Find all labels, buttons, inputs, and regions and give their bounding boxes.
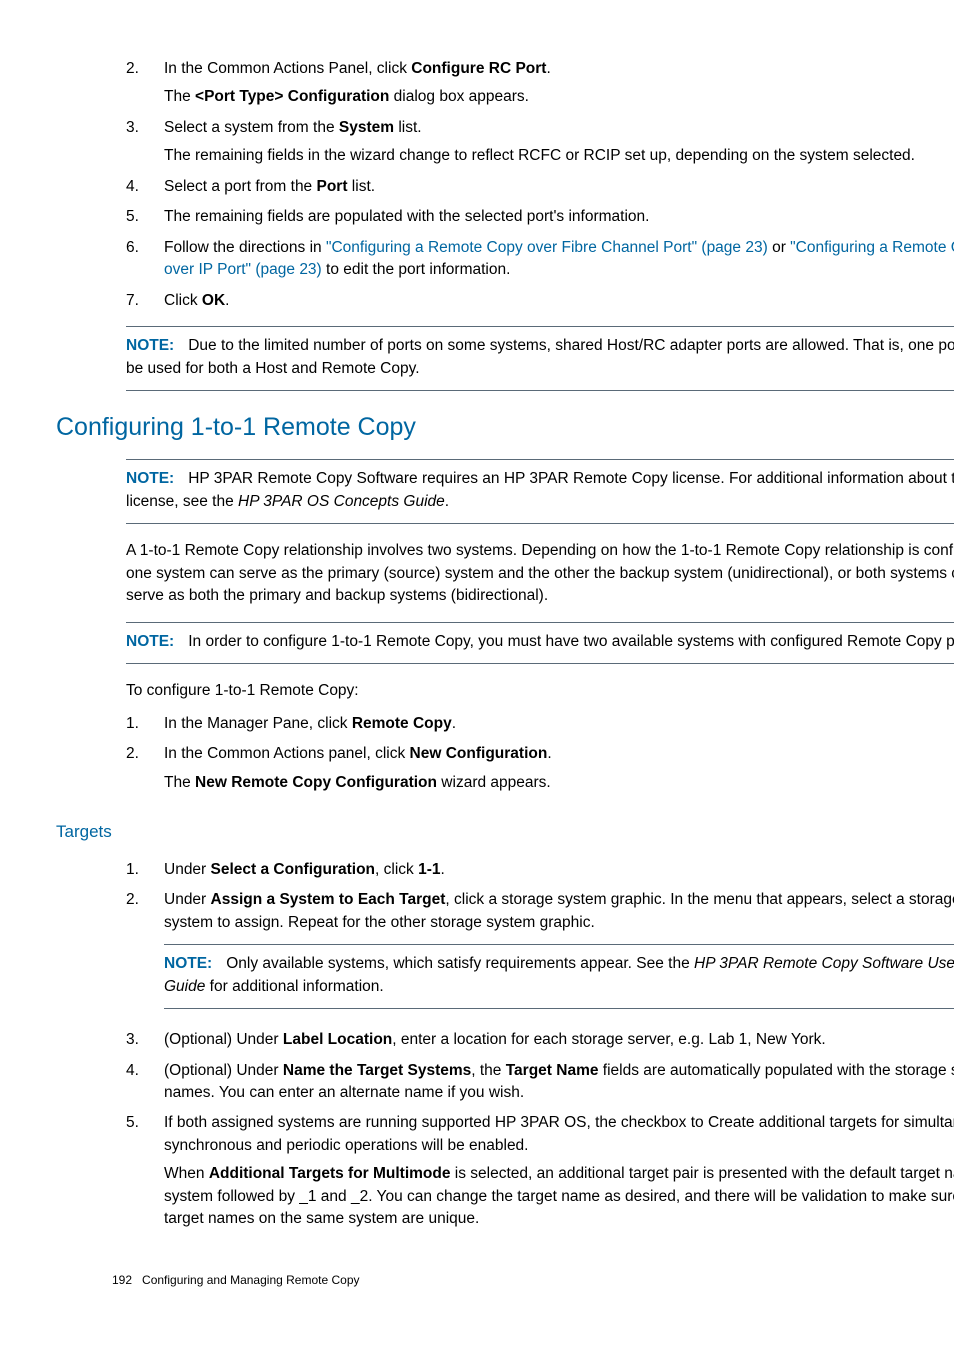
step-text: If both assigned systems are running sup… bbox=[164, 1112, 954, 1157]
footer-title: Configuring and Managing Remote Copy bbox=[142, 1273, 359, 1287]
step-text: Select a system from the System list. bbox=[164, 117, 954, 139]
bold-text: Remote Copy bbox=[352, 715, 452, 732]
bold-text: Select a Configuration bbox=[211, 861, 376, 878]
note-two-systems: NOTE: In order to configure 1-to-1 Remote… bbox=[126, 622, 954, 664]
step-number: 2. bbox=[126, 743, 164, 794]
bold-text: New Remote Copy Configuration bbox=[195, 774, 437, 791]
step-number: 2. bbox=[126, 889, 164, 1021]
list-item: 6.Follow the directions in "Configuring … bbox=[126, 237, 954, 282]
note-label: NOTE: bbox=[126, 337, 174, 354]
step-body: In the Common Actions Panel, click Confi… bbox=[164, 58, 954, 109]
note-label: NOTE: bbox=[164, 955, 212, 972]
bold-text: New Configuration bbox=[410, 745, 548, 762]
step-text: In the Common Actions Panel, click Confi… bbox=[164, 58, 954, 80]
step-body: In the Common Actions panel, click New C… bbox=[164, 743, 954, 794]
step-number: 7. bbox=[126, 290, 164, 312]
step-text: The remaining fields are populated with … bbox=[164, 206, 954, 228]
list-item: 3.(Optional) Under Label Location, enter… bbox=[126, 1029, 954, 1051]
bold-text: Name the Target Systems bbox=[283, 1062, 471, 1079]
list-item: 4.Select a port from the Port list. bbox=[126, 176, 954, 198]
note-text: In order to configure 1-to-1 Remote Copy… bbox=[188, 633, 954, 650]
heading-configuring-1to1: Configuring 1-to-1 Remote Copy bbox=[56, 409, 954, 445]
bold-text: 1-1 bbox=[418, 861, 440, 878]
italic-text: HP 3PAR OS Concepts Guide bbox=[238, 493, 445, 510]
bold-text: Port bbox=[317, 178, 348, 195]
step-number: 5. bbox=[126, 1112, 164, 1230]
step-text: In the Common Actions panel, click New C… bbox=[164, 743, 954, 765]
bold-text: Additional Targets for Multimode bbox=[209, 1165, 451, 1182]
step-body: In the Manager Pane, click Remote Copy. bbox=[164, 713, 954, 735]
step-subtext: The <Port Type> Configuration dialog box… bbox=[164, 86, 954, 108]
bold-text: <Port Type> Configuration bbox=[195, 88, 389, 105]
para-1to1-description: A 1-to-1 Remote Copy relationship involv… bbox=[126, 540, 954, 607]
step-body: (Optional) Under Name the Target Systems… bbox=[164, 1060, 954, 1105]
italic-text: HP 3PAR Remote Copy Software User's Guid… bbox=[164, 955, 954, 994]
step-text: In the Manager Pane, click Remote Copy. bbox=[164, 713, 954, 735]
step-number: 4. bbox=[126, 1060, 164, 1105]
para-to-configure: To configure 1-to-1 Remote Copy: bbox=[126, 680, 954, 702]
step-number: 5. bbox=[126, 206, 164, 228]
step-subtext: When Additional Targets for Multimode is… bbox=[164, 1163, 954, 1230]
step-number: 4. bbox=[126, 176, 164, 198]
note-text: Only available systems, which satisfy re… bbox=[164, 955, 954, 994]
list-item: 5.If both assigned systems are running s… bbox=[126, 1112, 954, 1230]
bold-text: System bbox=[339, 119, 394, 136]
list-item: 3.Select a system from the System list. T… bbox=[126, 117, 954, 168]
step-number: 2. bbox=[126, 58, 164, 109]
bold-text: Label Location bbox=[283, 1031, 392, 1048]
note-text: HP 3PAR Remote Copy Software requires an… bbox=[126, 470, 954, 509]
page-number: 192 bbox=[112, 1273, 132, 1287]
note-label: NOTE: bbox=[126, 470, 174, 487]
step-body: Select a system from the System list. The… bbox=[164, 117, 954, 168]
top-steps-list: 2.In the Common Actions Panel, click Con… bbox=[126, 58, 954, 312]
step-body: Under Select a Configuration, click 1-1. bbox=[164, 859, 954, 881]
step-body: Follow the directions in "Configuring a … bbox=[164, 237, 954, 282]
step-text: Click OK. bbox=[164, 290, 954, 312]
step-body: Under Assign a System to Each Target, cl… bbox=[164, 889, 954, 1021]
step-number: 3. bbox=[126, 1029, 164, 1051]
step-body: Click OK. bbox=[164, 290, 954, 312]
step-subtext: The New Remote Copy Configuration wizard… bbox=[164, 772, 954, 794]
step-body: Select a port from the Port list. bbox=[164, 176, 954, 198]
note-license: NOTE:HP 3PAR Remote Copy Software requir… bbox=[126, 459, 954, 524]
step-number: 6. bbox=[126, 237, 164, 282]
bold-text: Target Name bbox=[506, 1062, 599, 1079]
step-body: (Optional) Under Label Location, enter a… bbox=[164, 1029, 954, 1051]
step-text: Under Select a Configuration, click 1-1. bbox=[164, 859, 954, 881]
bold-text: Assign a System to Each Target bbox=[211, 891, 446, 908]
note-shared-ports: NOTE:Due to the limited number of ports … bbox=[126, 326, 954, 391]
step-number: 3. bbox=[126, 117, 164, 168]
list-item: 4.(Optional) Under Name the Target Syste… bbox=[126, 1060, 954, 1105]
list-item: 2.Under Assign a System to Each Target, … bbox=[126, 889, 954, 1021]
step-body: If both assigned systems are running sup… bbox=[164, 1112, 954, 1230]
step-text: Under Assign a System to Each Target, cl… bbox=[164, 889, 954, 934]
note-text: Due to the limited number of ports on so… bbox=[126, 337, 954, 376]
bold-text: Configure RC Port bbox=[411, 60, 546, 77]
step-text: Follow the directions in "Configuring a … bbox=[164, 237, 954, 282]
page-footer: 192 Configuring and Managing Remote Copy bbox=[112, 1272, 360, 1289]
mid-steps-list: 1.In the Manager Pane, click Remote Copy… bbox=[126, 713, 954, 794]
list-item: 1.In the Manager Pane, click Remote Copy… bbox=[126, 713, 954, 735]
bold-text: OK bbox=[202, 292, 225, 309]
inline-note: NOTE:Only available systems, which satis… bbox=[164, 944, 954, 1009]
targets-steps-list: 1.Under Select a Configuration, click 1-… bbox=[126, 859, 954, 1231]
step-number: 1. bbox=[126, 859, 164, 881]
list-item: 2.In the Common Actions panel, click New… bbox=[126, 743, 954, 794]
step-number: 1. bbox=[126, 713, 164, 735]
note-label: NOTE: bbox=[126, 633, 174, 650]
step-text: (Optional) Under Name the Target Systems… bbox=[164, 1060, 954, 1105]
list-item: 5.The remaining fields are populated wit… bbox=[126, 206, 954, 228]
heading-targets: Targets bbox=[56, 820, 954, 845]
step-subtext: The remaining fields in the wizard chang… bbox=[164, 145, 954, 167]
list-item: 2.In the Common Actions Panel, click Con… bbox=[126, 58, 954, 109]
list-item: 1.Under Select a Configuration, click 1-… bbox=[126, 859, 954, 881]
link[interactable]: "Configuring a Remote Copy over Fibre Ch… bbox=[326, 239, 768, 256]
step-text: Select a port from the Port list. bbox=[164, 176, 954, 198]
step-text: (Optional) Under Label Location, enter a… bbox=[164, 1029, 954, 1051]
step-body: The remaining fields are populated with … bbox=[164, 206, 954, 228]
list-item: 7.Click OK. bbox=[126, 290, 954, 312]
